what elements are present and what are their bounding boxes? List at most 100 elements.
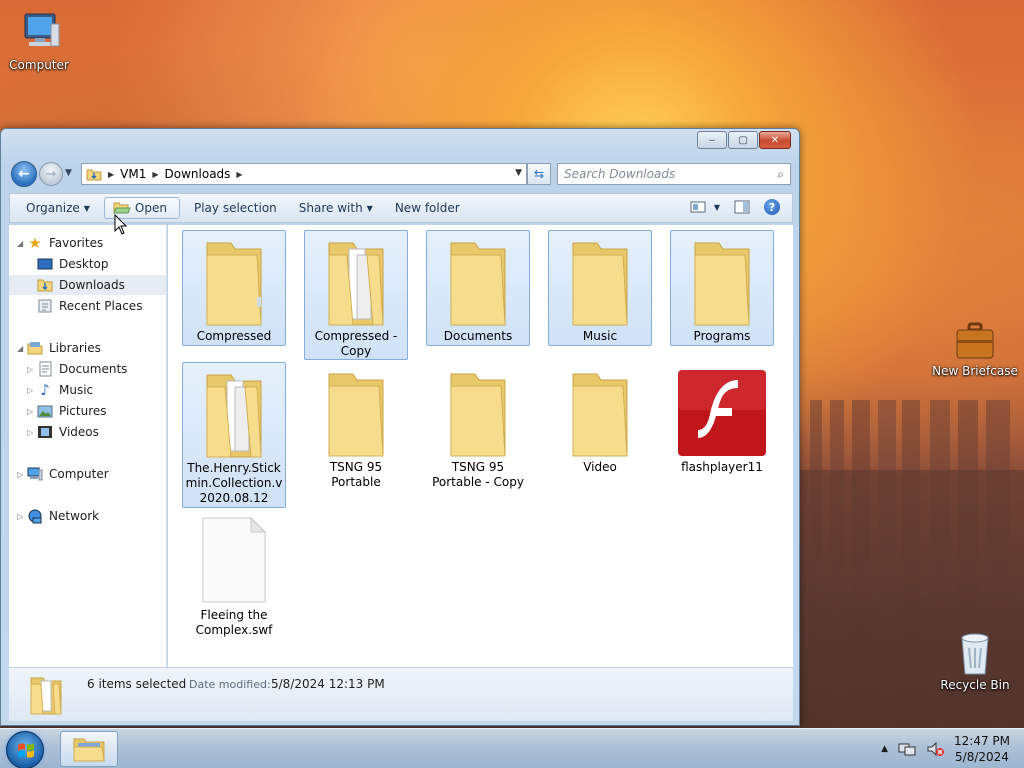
expand-triangle-icon[interactable]: ▷: [17, 512, 23, 521]
arrow-left-icon: ←: [18, 166, 30, 182]
file-item-documents[interactable]: Documents: [426, 230, 530, 346]
collapse-triangle-icon[interactable]: ◢: [17, 344, 23, 353]
date-modified-value: 5/8/2024 12:13 PM: [271, 677, 385, 691]
computer-icon: [24, 13, 60, 47]
search-input[interactable]: Search Downloads ⌕: [557, 163, 791, 185]
network-status-icon[interactable]: [898, 741, 916, 757]
nav-downloads[interactable]: Downloads: [9, 275, 166, 295]
search-placeholder: Search Downloads: [564, 167, 676, 181]
nav-computer[interactable]: ▷ Computer: [9, 464, 166, 484]
file-item-compressed[interactable]: Compressed: [182, 230, 286, 346]
nav-network[interactable]: ▷ Network: [9, 506, 166, 526]
forward-button[interactable]: →: [39, 162, 63, 186]
navigation-pane: ◢ ★ Favorites Desktop Downloads Recent P…: [9, 225, 167, 667]
minimize-button[interactable]: ‒: [697, 131, 727, 149]
mouse-cursor-icon: [114, 214, 128, 235]
maximize-button[interactable]: ▢: [728, 131, 758, 149]
view-controls: ▼ ?: [690, 199, 780, 215]
expand-triangle-icon[interactable]: ▷: [17, 470, 23, 479]
documents-icon: [39, 361, 52, 377]
recent-pages-dropdown[interactable]: ▼: [65, 168, 72, 178]
nav-recent-places[interactable]: Recent Places: [9, 296, 166, 316]
desktop-icon-label: New Briefcase: [932, 364, 1018, 378]
show-hidden-icons-button[interactable]: ▲: [881, 744, 888, 754]
file-item-tsng-95-portable-copy[interactable]: TSNG 95 Portable - Copy: [426, 362, 530, 492]
view-icon: [690, 201, 706, 213]
folder-icon: [694, 242, 750, 326]
share-with-button[interactable]: Share with ▼: [291, 197, 381, 219]
file-item-henry-stickmin[interactable]: The.Henry.Stickmin.Collection.v2020.08.1…: [182, 362, 286, 508]
nav-label: Videos: [59, 425, 99, 439]
volume-muted-icon[interactable]: [926, 741, 944, 757]
file-item-programs[interactable]: Programs: [670, 230, 774, 346]
file-item-fleeing-the-complex[interactable]: Fleeing the Complex.swf: [182, 510, 286, 640]
breadcrumb-separator[interactable]: ▶: [236, 170, 242, 179]
file-item-video[interactable]: Video: [548, 362, 652, 478]
file-item-label: Fleeing the Complex.swf: [195, 608, 273, 637]
file-item-tsng-95-portable[interactable]: TSNG 95 Portable: [304, 362, 408, 489]
organize-button[interactable]: Organize ▼: [18, 197, 98, 219]
file-item-label: Music: [582, 329, 618, 343]
desktop-icon-computer[interactable]: Computer: [0, 10, 84, 72]
generic-file-icon: [202, 516, 267, 603]
play-selection-button[interactable]: Play selection: [186, 197, 285, 219]
windows-logo-icon: [18, 743, 34, 758]
taskbar-explorer-button[interactable]: [60, 731, 118, 767]
nav-label: Libraries: [49, 341, 101, 355]
open-label: Open: [134, 201, 167, 215]
expand-triangle-icon[interactable]: ▷: [27, 428, 33, 437]
change-view-button[interactable]: ▼: [690, 201, 720, 213]
nav-label: Favorites: [49, 236, 104, 250]
chevron-down-icon: ▼: [366, 203, 373, 213]
details-pane: 6 items selected Date modified: 5/8/2024…: [9, 667, 793, 721]
nav-videos[interactable]: ▷ Videos: [9, 422, 166, 442]
expand-triangle-icon[interactable]: ▷: [27, 365, 33, 374]
search-icon: ⌕: [777, 167, 784, 181]
nav-desktop[interactable]: Desktop: [9, 254, 166, 274]
address-bar[interactable]: ▶ VM1 ▶ Downloads ▶ ▼: [81, 163, 527, 185]
help-button[interactable]: ?: [764, 199, 780, 215]
nav-label: Downloads: [59, 278, 125, 292]
breadcrumb-separator[interactable]: ▶: [108, 170, 114, 179]
preview-pane-button[interactable]: [734, 200, 750, 214]
expand-triangle-icon[interactable]: ▷: [27, 386, 33, 395]
folder-icon: [328, 373, 384, 457]
file-item-flashplayer11[interactable]: flashplayer11: [670, 362, 774, 478]
new-folder-button[interactable]: New folder: [387, 197, 468, 219]
date-modified-label: Date modified:: [189, 678, 271, 691]
refresh-button[interactable]: ⇆: [527, 163, 551, 185]
file-item-compressed-copy[interactable]: Compressed - Copy: [304, 230, 408, 360]
nav-documents[interactable]: ▷ Documents: [9, 359, 166, 379]
collapse-triangle-icon[interactable]: ◢: [17, 239, 23, 248]
clock[interactable]: 12:47 PM 5/8/2024: [954, 733, 1010, 765]
nav-music[interactable]: ▷ ♪ Music: [9, 380, 166, 400]
folder-with-files-icon: [206, 374, 262, 458]
back-button[interactable]: ←: [11, 161, 37, 187]
new-folder-label: New folder: [394, 201, 460, 215]
nav-label: Desktop: [59, 257, 109, 271]
folder-with-files-icon: [328, 242, 384, 326]
folder-icon: [450, 242, 506, 326]
address-dropdown[interactable]: ▼: [515, 168, 522, 178]
briefcase-icon: [956, 322, 994, 359]
organize-label: Organize: [26, 201, 80, 215]
close-button[interactable]: ✕: [759, 131, 791, 149]
start-button[interactable]: [6, 731, 44, 768]
taskbar: ▲ 12:47 PM 5/8/2024: [0, 728, 1024, 768]
nav-pictures[interactable]: ▷ Pictures: [9, 401, 166, 421]
file-list[interactable]: Compressed Compressed - Copy Documents M…: [168, 225, 793, 667]
nav-favorites[interactable]: ◢ ★ Favorites: [9, 233, 166, 253]
file-item-music[interactable]: Music: [548, 230, 652, 346]
desktop-icon-recycle-bin[interactable]: Recycle Bin: [930, 630, 1020, 692]
caption-buttons: ‒ ▢ ✕: [697, 131, 791, 149]
nav-libraries[interactable]: ◢ Libraries: [9, 338, 166, 358]
expand-triangle-icon[interactable]: ▷: [27, 407, 33, 416]
arrow-right-icon: →: [45, 166, 57, 182]
breadcrumb-downloads[interactable]: Downloads: [165, 167, 231, 181]
help-icon: ?: [768, 200, 776, 214]
breadcrumb-separator[interactable]: ▶: [152, 170, 158, 179]
folder-icon: [572, 242, 628, 326]
breadcrumb-vm1[interactable]: VM1: [120, 167, 146, 181]
computer-icon: [27, 467, 43, 481]
desktop-icon-new-briefcase[interactable]: New Briefcase: [930, 318, 1020, 378]
